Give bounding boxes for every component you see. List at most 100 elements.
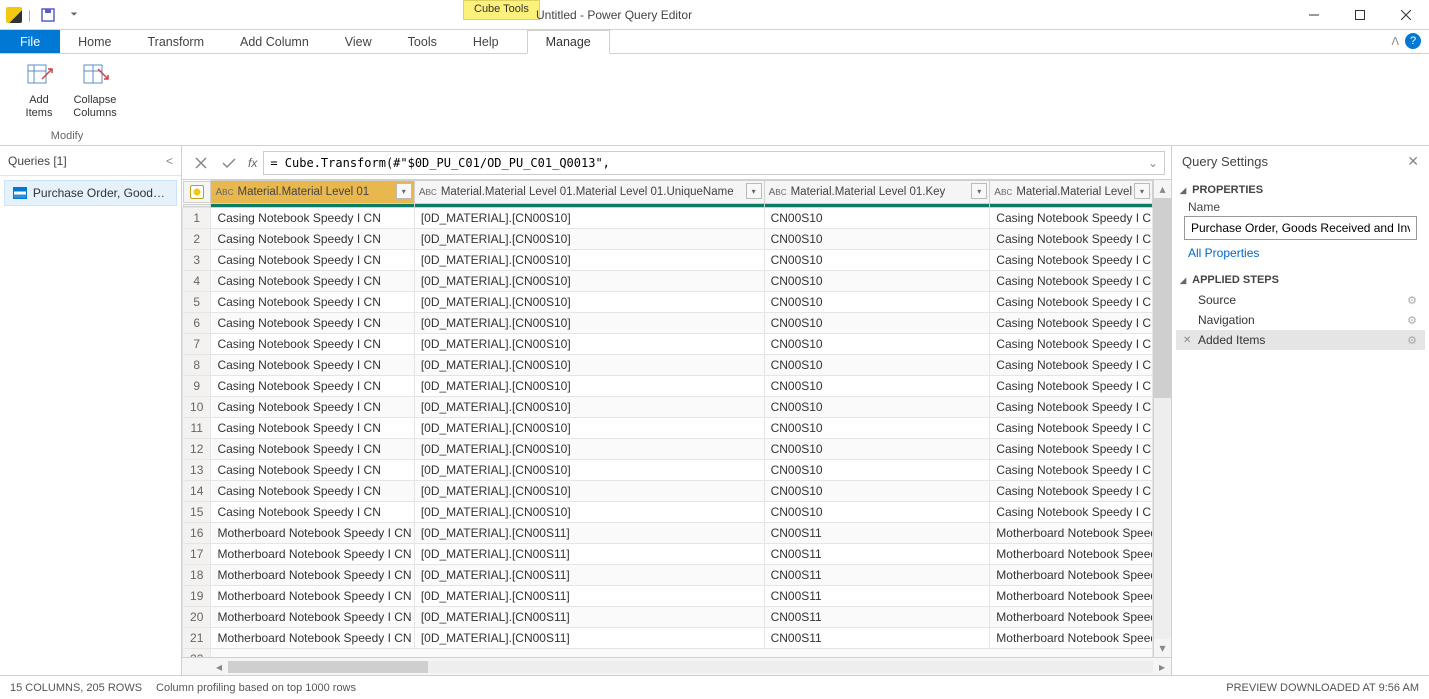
- formula-input[interactable]: [270, 156, 1144, 170]
- table-row[interactable]: 20Motherboard Notebook Speedy I CN[0D_MA…: [183, 607, 1153, 628]
- cell[interactable]: Casing Notebook Speedy I CN: [990, 418, 1153, 439]
- table-row[interactable]: 18Motherboard Notebook Speedy I CN[0D_MA…: [183, 565, 1153, 586]
- help-button[interactable]: ?: [1405, 33, 1421, 49]
- cell[interactable]: CN00S10: [764, 397, 990, 418]
- row-number[interactable]: 22: [183, 649, 211, 658]
- cell[interactable]: Casing Notebook Speedy I CN: [990, 208, 1153, 229]
- cell[interactable]: Casing Notebook Speedy I CN: [211, 397, 414, 418]
- minimize-button[interactable]: [1291, 0, 1337, 30]
- column-header[interactable]: ABC Material.Material Level 01.Material …: [414, 181, 764, 204]
- cell[interactable]: Casing Notebook Speedy I CN: [990, 355, 1153, 376]
- cell[interactable]: [0D_MATERIAL].[CN00S11]: [414, 523, 764, 544]
- query-settings-close[interactable]: ✕: [1407, 153, 1419, 170]
- cell[interactable]: CN00S10: [764, 439, 990, 460]
- cell[interactable]: Motherboard Notebook Speed: [990, 607, 1153, 628]
- vertical-scrollbar[interactable]: ▴ ▾: [1153, 180, 1171, 657]
- qat-customize-button[interactable]: ⏷: [63, 4, 85, 26]
- cell[interactable]: CN00S10: [764, 292, 990, 313]
- row-number[interactable]: 12: [183, 439, 211, 460]
- cell[interactable]: Casing Notebook Speedy I CN: [990, 292, 1153, 313]
- tab-help[interactable]: Help: [455, 30, 517, 53]
- cell[interactable]: [0D_MATERIAL].[CN00S10]: [414, 481, 764, 502]
- row-number[interactable]: 14: [183, 481, 211, 502]
- cell[interactable]: [0D_MATERIAL].[CN00S10]: [414, 208, 764, 229]
- row-number[interactable]: 8: [183, 355, 211, 376]
- horizontal-scrollbar[interactable]: ◂ ▸: [182, 657, 1171, 675]
- cell[interactable]: Casing Notebook Speedy I CN: [211, 250, 414, 271]
- cell[interactable]: CN00S10: [764, 229, 990, 250]
- cell[interactable]: Casing Notebook Speedy I CN: [211, 502, 414, 523]
- table-row[interactable]: 5Casing Notebook Speedy I CN[0D_MATERIAL…: [183, 292, 1153, 313]
- cell[interactable]: [0D_MATERIAL].[CN00S10]: [414, 355, 764, 376]
- cell[interactable]: Motherboard Notebook Speedy I CN: [211, 586, 414, 607]
- cell[interactable]: [0D_MATERIAL].[CN00S10]: [414, 502, 764, 523]
- cell[interactable]: Motherboard Notebook Speedy I CN: [211, 544, 414, 565]
- cell[interactable]: Casing Notebook Speedy I CN: [211, 229, 414, 250]
- cell[interactable]: Casing Notebook Speedy I CN: [211, 439, 414, 460]
- step-settings-icon[interactable]: ⚙: [1407, 334, 1417, 347]
- row-number[interactable]: 16: [183, 523, 211, 544]
- tab-home[interactable]: Home: [60, 30, 129, 53]
- cell[interactable]: CN00S10: [764, 250, 990, 271]
- tab-manage[interactable]: Manage: [527, 30, 610, 54]
- add-items-button[interactable]: Add Items: [14, 58, 64, 120]
- formula-cancel-button[interactable]: [188, 150, 214, 176]
- row-number[interactable]: 20: [183, 607, 211, 628]
- grid-scroll[interactable]: ABC Material.Material Level 01 ▾ ABC Mat…: [182, 180, 1153, 657]
- cell[interactable]: Casing Notebook Speedy I CN: [211, 208, 414, 229]
- cell[interactable]: Casing Notebook Speedy I CN: [211, 334, 414, 355]
- cell[interactable]: CN00S10: [764, 208, 990, 229]
- step-settings-icon[interactable]: ⚙: [1407, 294, 1417, 307]
- row-number[interactable]: 2: [183, 229, 211, 250]
- row-number[interactable]: 11: [183, 418, 211, 439]
- cell[interactable]: [0D_MATERIAL].[CN00S10]: [414, 460, 764, 481]
- table-row[interactable]: 19Motherboard Notebook Speedy I CN[0D_MA…: [183, 586, 1153, 607]
- table-row[interactable]: 6Casing Notebook Speedy I CN[0D_MATERIAL…: [183, 313, 1153, 334]
- cell[interactable]: [0D_MATERIAL].[CN00S10]: [414, 376, 764, 397]
- cell[interactable]: Casing Notebook Speedy I CN: [211, 481, 414, 502]
- step-settings-icon[interactable]: ⚙: [1407, 314, 1417, 327]
- table-row[interactable]: 22: [183, 649, 1153, 658]
- cell[interactable]: Casing Notebook Speedy I CN: [990, 439, 1153, 460]
- cell[interactable]: Casing Notebook Speedy I CN: [211, 271, 414, 292]
- vscroll-thumb[interactable]: [1154, 198, 1171, 398]
- all-properties-link[interactable]: All Properties: [1172, 246, 1429, 266]
- ribbon-collapse-button[interactable]: ᐱ: [1391, 35, 1399, 48]
- formula-expand-button[interactable]: ⌄: [1144, 156, 1158, 170]
- close-button[interactable]: [1383, 0, 1429, 30]
- cell[interactable]: CN00S11: [764, 523, 990, 544]
- applied-step[interactable]: Navigation⚙: [1176, 310, 1425, 330]
- cell[interactable]: CN00S10: [764, 355, 990, 376]
- cell[interactable]: [0D_MATERIAL].[CN00S10]: [414, 271, 764, 292]
- table-row[interactable]: 9Casing Notebook Speedy I CN[0D_MATERIAL…: [183, 376, 1153, 397]
- cell[interactable]: Casing Notebook Speedy I CN: [211, 292, 414, 313]
- cell[interactable]: Motherboard Notebook Speedy I CN: [211, 607, 414, 628]
- collapse-columns-button[interactable]: Collapse Columns: [70, 58, 120, 120]
- cell[interactable]: Motherboard Notebook Speed: [990, 565, 1153, 586]
- cell[interactable]: Motherboard Notebook Speed: [990, 628, 1153, 649]
- cell[interactable]: CN00S10: [764, 334, 990, 355]
- cell[interactable]: CN00S11: [764, 544, 990, 565]
- cell[interactable]: Casing Notebook Speedy I CN: [990, 250, 1153, 271]
- row-number[interactable]: 17: [183, 544, 211, 565]
- column-header[interactable]: ABC Material.Material Level 01 ▾: [211, 181, 414, 204]
- delete-step-icon[interactable]: ✕: [1183, 335, 1191, 346]
- column-filter-button[interactable]: ▾: [971, 183, 987, 199]
- table-row[interactable]: 12Casing Notebook Speedy I CN[0D_MATERIA…: [183, 439, 1153, 460]
- column-filter-button[interactable]: ▾: [746, 183, 762, 199]
- cell[interactable]: [0D_MATERIAL].[CN00S11]: [414, 607, 764, 628]
- table-row[interactable]: 10Casing Notebook Speedy I CN[0D_MATERIA…: [183, 397, 1153, 418]
- cell[interactable]: Motherboard Notebook Speedy I CN: [211, 628, 414, 649]
- cell[interactable]: [0D_MATERIAL].[CN00S10]: [414, 418, 764, 439]
- scroll-left-button[interactable]: ◂: [210, 660, 228, 674]
- table-row[interactable]: 3Casing Notebook Speedy I CN[0D_MATERIAL…: [183, 250, 1153, 271]
- properties-header[interactable]: PROPERTIES: [1172, 176, 1429, 200]
- cell[interactable]: Casing Notebook Speedy I CN: [990, 481, 1153, 502]
- cell[interactable]: [0D_MATERIAL].[CN00S10]: [414, 334, 764, 355]
- cell[interactable]: [0D_MATERIAL].[CN00S11]: [414, 628, 764, 649]
- cell[interactable]: Casing Notebook Speedy I CN: [990, 397, 1153, 418]
- cell[interactable]: [0D_MATERIAL].[CN00S11]: [414, 544, 764, 565]
- row-number[interactable]: 13: [183, 460, 211, 481]
- table-row[interactable]: 17Motherboard Notebook Speedy I CN[0D_MA…: [183, 544, 1153, 565]
- cell[interactable]: [0D_MATERIAL].[CN00S10]: [414, 250, 764, 271]
